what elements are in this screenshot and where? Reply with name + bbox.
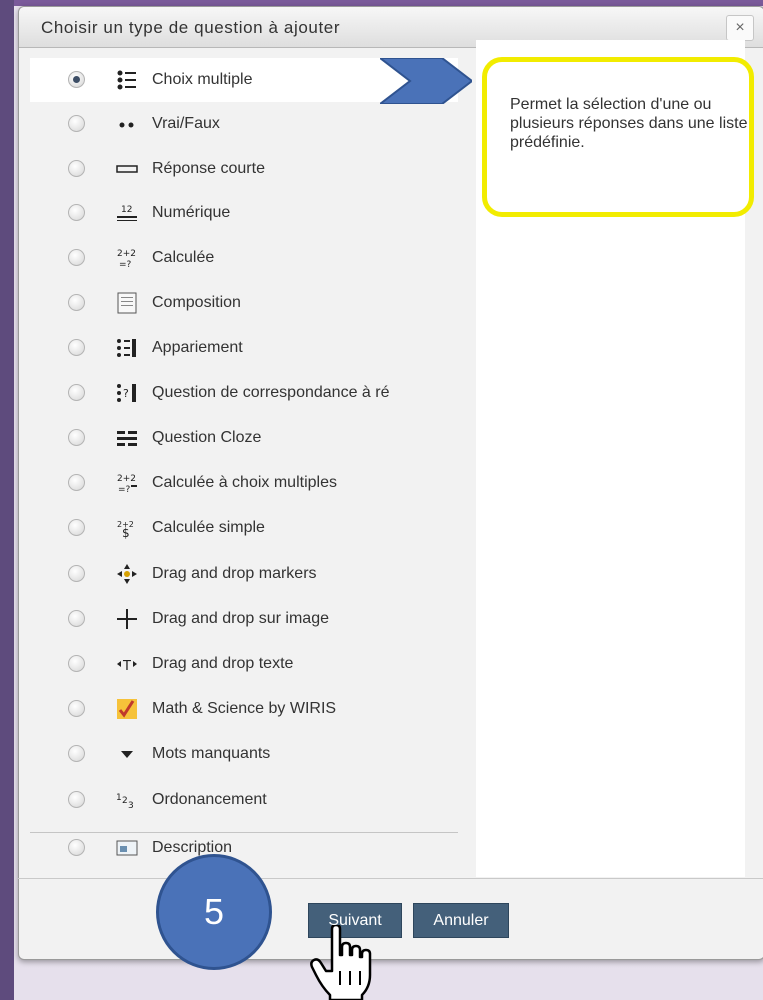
question-type-option[interactable]: Appariement [30,326,458,370]
question-type-radio[interactable] [68,71,85,88]
question-type-option[interactable]: 12 Numérique [30,191,458,235]
dialog-title: Choisir un type de question à ajouter [41,18,341,37]
question-type-label: Composition [152,294,241,311]
question-type-option[interactable]: Vrai/Faux [30,102,458,146]
description-separator [30,832,458,833]
question-type-label: Numérique [152,204,231,221]
question-type-radio[interactable] [68,115,85,132]
ordering-icon: 123 [116,789,138,811]
svg-text:T: T [122,659,131,674]
cancel-button[interactable]: Annuler [413,903,509,938]
question-type-radio[interactable] [68,339,85,356]
svg-text:1: 1 [116,793,122,803]
question-type-option[interactable]: 2+2 =? Calculée à choix multiples [30,461,458,505]
truefalse-icon [116,113,138,135]
match-icon [116,337,138,359]
question-type-radio[interactable] [68,519,85,536]
question-type-label: Drag and drop markers [152,565,317,582]
svg-text:12: 12 [121,205,132,215]
question-type-radio[interactable] [68,294,85,311]
svg-text:=?: =? [119,260,132,269]
pointer-arrow-icon [380,58,472,104]
question-type-description: Permet la sélection d'une ou plusieurs r… [510,96,748,151]
question-type-option[interactable]: Composition [30,281,458,325]
question-type-label: Vrai/Faux [152,115,220,132]
question-type-label: Calculée simple [152,519,265,536]
ddtext-icon: T [116,653,138,675]
question-type-option[interactable]: Mots manquants [30,732,458,776]
svg-text:?: ? [123,387,129,400]
question-type-radio[interactable] [68,791,85,808]
question-type-label: Appariement [152,339,243,356]
question-type-label: Réponse courte [152,160,265,177]
question-type-option[interactable]: 2+2 $ Calculée simple [30,506,458,550]
calculated-multi-icon: 2+2 =? [116,472,138,495]
question-type-label: Mots manquants [152,745,271,762]
svg-text:2+2: 2+2 [117,474,136,484]
question-type-label: Ordonancement [152,791,267,808]
numerical-icon: 12 [116,202,138,224]
essay-icon [116,292,138,314]
svg-text:=?: =? [118,485,131,494]
svg-text:2+2: 2+2 [117,249,136,259]
question-type-radio[interactable] [68,160,85,177]
wiris-icon [116,698,138,720]
svg-text:3: 3 [128,801,134,811]
ddimage-icon [116,608,138,630]
question-type-option[interactable]: 2+2 =? Calculée [30,236,458,280]
question-type-option[interactable]: ? Question de correspondance à ré [30,371,458,415]
question-type-label: Drag and drop sur image [152,610,329,627]
question-type-option[interactable]: Réponse courte [30,147,458,191]
question-type-option[interactable]: Question Cloze [30,416,458,460]
question-type-radio[interactable] [68,839,85,856]
cloze-icon [116,427,138,449]
question-type-list: Choix multiple Vrai/Faux Réponse courte 12 N… [30,58,458,878]
question-type-radio[interactable] [68,745,85,762]
shortanswer-icon [116,158,138,180]
question-type-radio[interactable] [68,204,85,221]
svg-text:$: $ [122,526,130,539]
question-type-radio[interactable] [68,384,85,401]
calculated-simple-icon: 2+2 $ [116,517,138,540]
question-type-radio[interactable] [68,610,85,627]
gapselect-icon [116,743,138,765]
question-type-label: Choix multiple [152,71,253,88]
question-type-label: Question de correspondance à ré [152,384,390,401]
close-button[interactable]: × [726,15,754,41]
question-type-option[interactable]: Math & Science by WIRIS [30,687,458,731]
question-type-option[interactable]: Drag and drop markers [30,552,458,596]
question-type-label: Calculée à choix multiples [152,474,337,491]
random-match-icon: ? [116,382,138,404]
question-type-radio[interactable] [68,429,85,446]
question-type-option[interactable]: Drag and drop sur image [30,597,458,641]
question-type-label: Math & Science by WIRIS [152,700,337,717]
close-icon: × [735,19,745,36]
multichoice-icon [116,69,138,91]
question-type-label: Drag and drop texte [152,655,294,672]
svg-text:2: 2 [122,796,128,806]
question-type-radio[interactable] [68,655,85,672]
question-type-label: Question Cloze [152,429,262,446]
question-type-label: Calculée [152,249,215,266]
slide-left-border [0,0,14,1000]
hand-cursor-icon [310,925,372,1000]
calculated-icon: 2+2 =? [116,247,138,270]
question-type-option[interactable]: 1 2 3 Ordonancement [30,778,458,822]
question-type-radio[interactable] [68,565,85,582]
question-type-radio[interactable] [68,249,85,266]
question-type-option[interactable]: T Drag and drop texte [30,642,458,686]
question-type-radio[interactable] [68,474,85,491]
step-number-badge: 5 [156,854,272,970]
question-type-radio[interactable] [68,700,85,717]
ddmarker-icon [116,563,138,585]
description-icon [116,837,138,859]
